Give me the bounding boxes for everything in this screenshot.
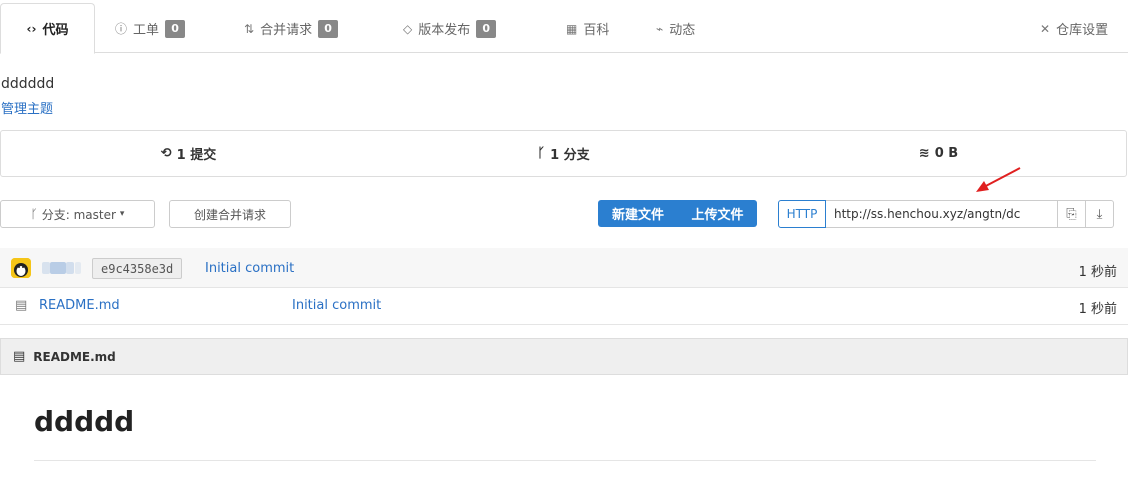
file-commit-message-link[interactable]: Initial commit bbox=[292, 298, 381, 313]
tab-releases-label: 版本发布 bbox=[418, 23, 471, 38]
table-row bbox=[0, 289, 1128, 325]
tab-wiki[interactable]: ▦ 百科 bbox=[566, 3, 609, 54]
tab-pull-requests-label: 合并请求 bbox=[260, 23, 313, 38]
clone-url-input[interactable] bbox=[826, 200, 1058, 228]
repo-stats-bar: ⟲ 1 提交 ᚴ 1 分支 ≋ 0 B bbox=[0, 130, 1127, 177]
file-commit-time: 1 秒前 bbox=[1078, 302, 1117, 317]
code-icon: ‹› bbox=[26, 21, 37, 36]
commit-sha-button[interactable]: e9c4358e3d bbox=[92, 258, 183, 279]
branch-select[interactable]: ᚴ 分支: master ▾ bbox=[0, 200, 155, 228]
latest-commit-time: 1 秒前 bbox=[1078, 265, 1117, 280]
file-name-link[interactable]: README.md bbox=[39, 298, 120, 313]
readme-heading: ddddd bbox=[34, 405, 135, 438]
size-stat-label: 0 B bbox=[934, 146, 959, 161]
issues-count-badge: 0 bbox=[165, 19, 186, 38]
activity-icon: ⌁ bbox=[656, 21, 664, 36]
new-file-button[interactable]: 新建文件 bbox=[598, 200, 678, 227]
copy-url-button[interactable]: ⎘ bbox=[1058, 200, 1086, 228]
red-arrow-annotation bbox=[976, 167, 1021, 192]
tab-wiki-label: 百科 bbox=[583, 23, 610, 38]
clipboard-icon: ⎘ bbox=[1066, 206, 1077, 222]
avatar-icon bbox=[11, 258, 31, 278]
caret-down-icon: ▾ bbox=[119, 209, 125, 219]
releases-count-badge: 0 bbox=[476, 19, 497, 38]
tab-issues-label: 工单 bbox=[133, 23, 160, 38]
branch-icon: ᚴ bbox=[537, 146, 546, 161]
wiki-icon: ▦ bbox=[566, 21, 578, 36]
tab-settings-label: 仓库设置 bbox=[1056, 23, 1109, 38]
tag-icon: ◇ bbox=[403, 21, 413, 36]
clone-protocol-button[interactable]: HTTP bbox=[778, 200, 826, 228]
pull-request-icon: ⇅ bbox=[244, 21, 255, 36]
readme-divider bbox=[34, 460, 1096, 461]
issue-icon: ⓘ bbox=[115, 22, 128, 36]
download-icon: ⤓ bbox=[1096, 206, 1103, 222]
tab-pull-requests[interactable]: ⇅ 合并请求 0 bbox=[244, 3, 339, 54]
history-icon: ⟲ bbox=[160, 146, 172, 161]
branch-icon: ᚴ bbox=[30, 207, 38, 221]
size-stat: ≋ 0 B bbox=[751, 131, 1126, 176]
commits-stat-label: 1 提交 bbox=[176, 148, 217, 163]
branches-stat-label: 1 分支 bbox=[550, 148, 590, 163]
tab-issues[interactable]: ⓘ 工单 0 bbox=[115, 3, 186, 54]
readme-filename: README.md bbox=[33, 349, 116, 364]
create-pull-request-button[interactable]: 创建合并请求 bbox=[169, 200, 291, 228]
repo-description: dddddd bbox=[1, 76, 55, 92]
book-icon: ▤ bbox=[13, 349, 26, 364]
latest-commit-message-link[interactable]: Initial commit bbox=[205, 261, 294, 276]
tab-releases[interactable]: ◇ 版本发布 0 bbox=[403, 3, 497, 54]
tab-code-label: 代码 bbox=[42, 23, 69, 38]
upload-file-button[interactable]: 上传文件 bbox=[678, 200, 757, 227]
tab-activity[interactable]: ⌁ 动态 bbox=[656, 3, 695, 54]
file-icon: ▤ bbox=[15, 298, 28, 313]
avatar[interactable] bbox=[11, 258, 31, 278]
branch-select-label: 分支: master bbox=[41, 207, 116, 222]
branches-stat[interactable]: ᚴ 1 分支 bbox=[376, 131, 751, 176]
readme-header: ▤ README.md bbox=[0, 338, 1128, 375]
commits-stat[interactable]: ⟲ 1 提交 bbox=[1, 131, 376, 176]
download-button[interactable]: ⤓ bbox=[1086, 200, 1114, 228]
committer-name-blurred bbox=[42, 262, 82, 274]
tab-activity-label: 动态 bbox=[669, 23, 696, 38]
database-icon: ≋ bbox=[918, 146, 930, 161]
tools-icon: ✕ bbox=[1040, 21, 1051, 36]
repo-tabs: ‹› 代码 ⓘ 工单 0 ⇅ 合并请求 0 ◇ 版本发布 0 ▦ 百科 ⌁ 动态… bbox=[0, 0, 1128, 54]
tab-code[interactable]: ‹› 代码 bbox=[0, 3, 95, 54]
manage-topics-link[interactable]: 管理主题 bbox=[1, 98, 53, 117]
clone-url-group: HTTP ⎘ ⤓ bbox=[778, 200, 1114, 228]
pull-requests-count-badge: 0 bbox=[318, 19, 339, 38]
tab-settings[interactable]: ✕ 仓库设置 bbox=[1040, 3, 1108, 54]
